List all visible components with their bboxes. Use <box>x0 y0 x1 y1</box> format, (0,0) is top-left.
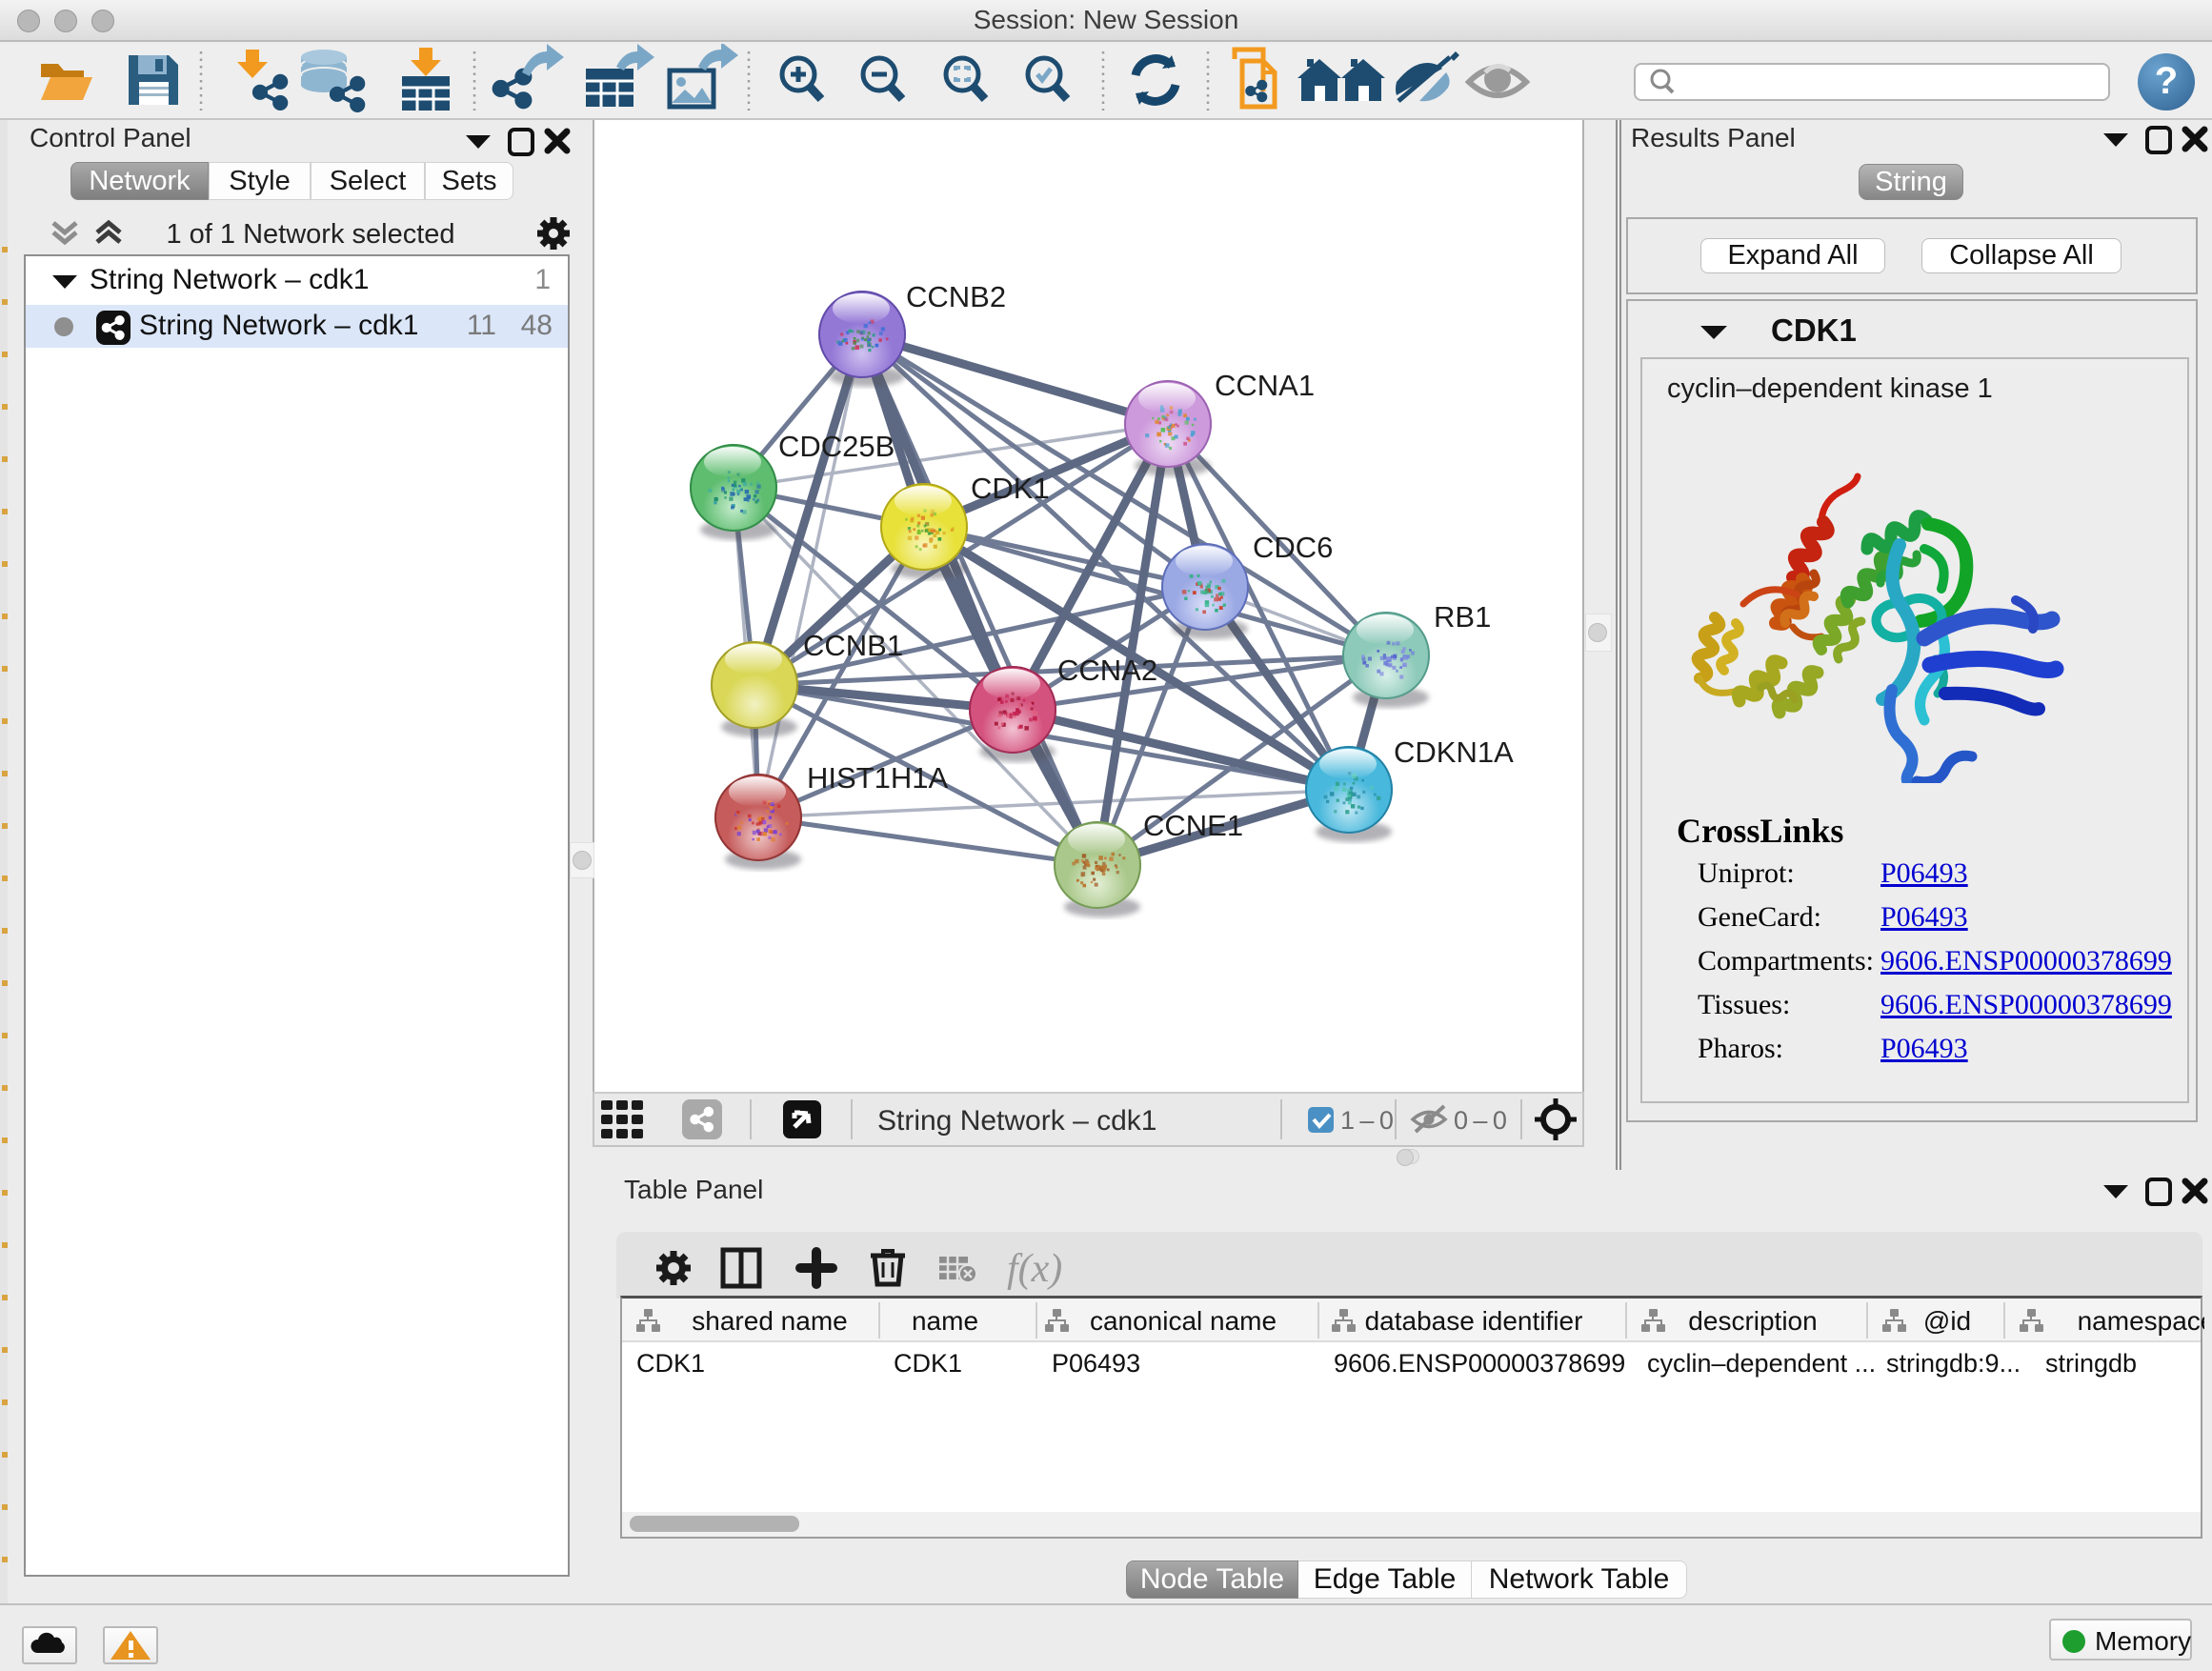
svg-text:CDC6: CDC6 <box>1253 531 1333 564</box>
svg-text:CDKN1A: CDKN1A <box>1394 735 1514 769</box>
svg-text:1 – 0: 1 – 0 <box>1340 1106 1394 1135</box>
svg-text:CCNA1: CCNA1 <box>1215 369 1315 402</box>
svg-text:CCNB2: CCNB2 <box>906 280 1006 313</box>
svg-text:HIST1H1A: HIST1H1A <box>807 761 948 795</box>
svg-text:namespace: namespace <box>2078 1306 2204 1336</box>
svg-text:RB1: RB1 <box>1434 600 1491 634</box>
svg-text:CCNE1: CCNE1 <box>1143 809 1243 842</box>
svg-text:CDK1: CDK1 <box>971 472 1050 505</box>
svg-text:database identifier: database identifier <box>1365 1306 1583 1336</box>
svg-text:String Network – cdk1: String Network – cdk1 <box>877 1105 1156 1137</box>
svg-text:CDC25B: CDC25B <box>778 430 895 463</box>
svg-text:0 – 0: 0 – 0 <box>1454 1106 1507 1135</box>
svg-text:CCNB1: CCNB1 <box>803 629 903 662</box>
svg-text:description: description <box>1688 1306 1817 1336</box>
svg-text:canonical name: canonical name <box>1090 1306 1277 1336</box>
svg-text:name: name <box>912 1306 978 1336</box>
svg-text:@id: @id <box>1923 1306 1971 1336</box>
svg-text:f(x): f(x) <box>1007 1247 1062 1291</box>
svg-text:CCNA2: CCNA2 <box>1057 654 1157 687</box>
svg-text:shared name: shared name <box>692 1306 847 1336</box>
